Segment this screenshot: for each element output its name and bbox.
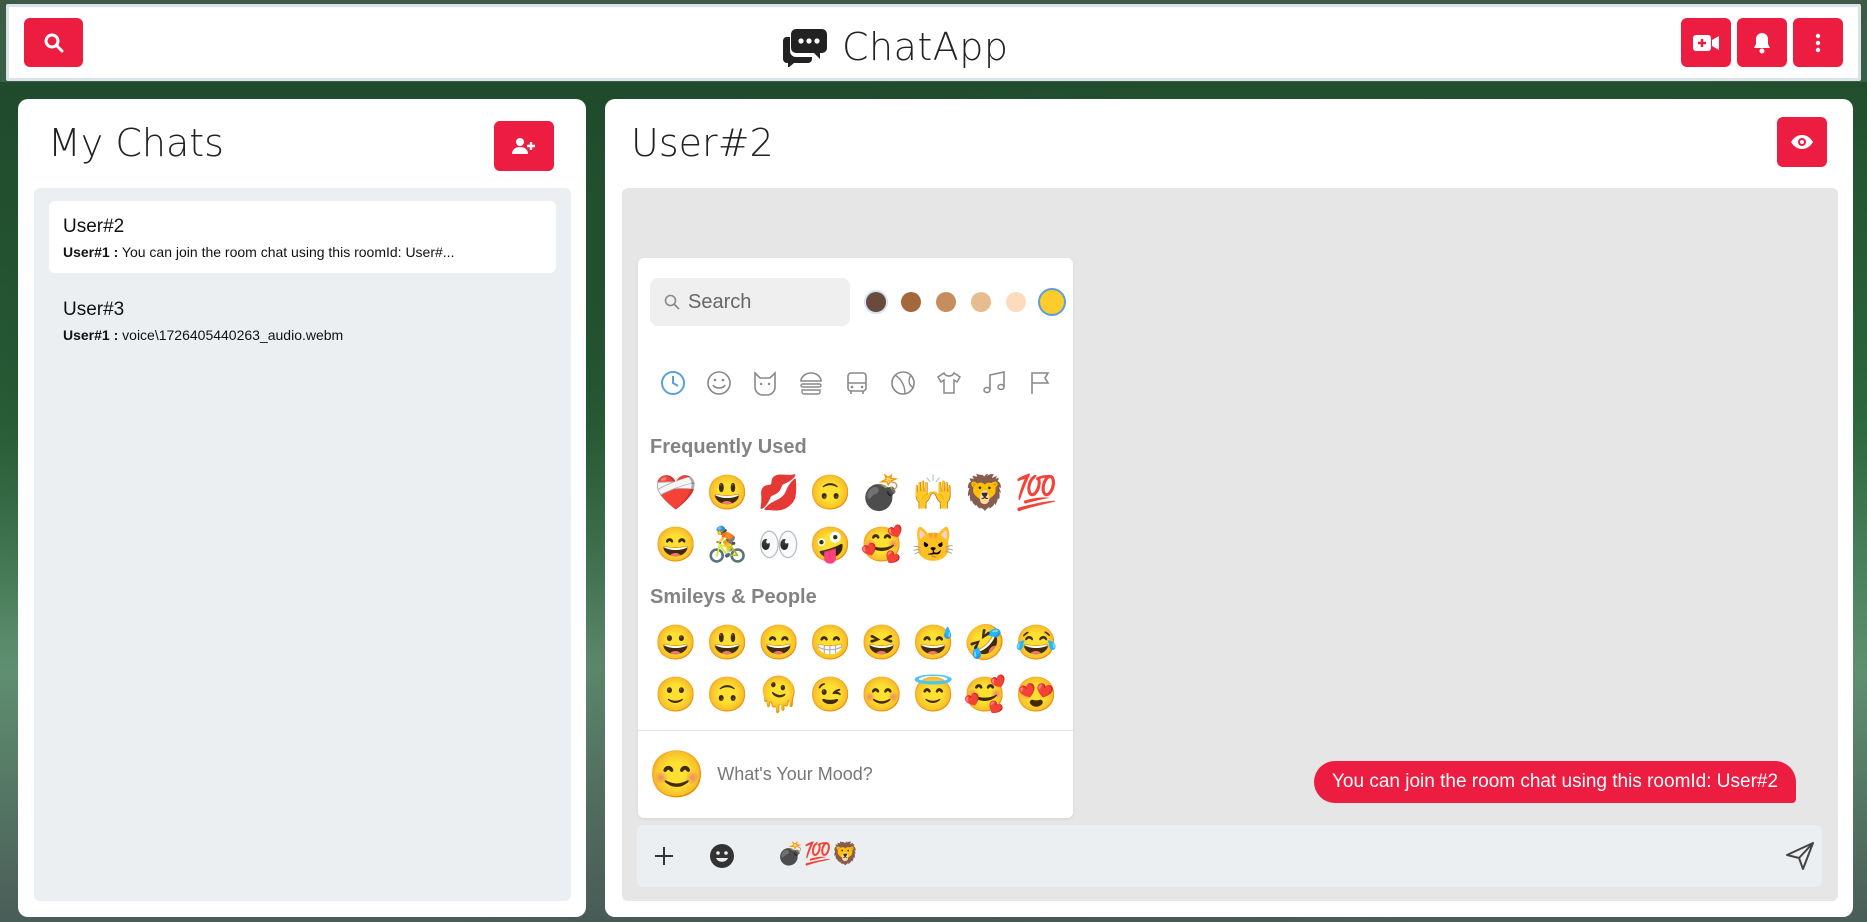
burger-icon[interactable] — [794, 366, 828, 400]
emoji-item[interactable]: 😀 — [650, 620, 702, 666]
emoji-item[interactable]: 🦁 — [959, 470, 1011, 516]
my-chats-title: My Chats — [48, 121, 224, 165]
emoji-search-placeholder: Search — [688, 290, 752, 313]
skin-tone-4[interactable] — [971, 292, 991, 312]
emoji-item[interactable]: 😅 — [908, 620, 960, 666]
send-icon — [1786, 842, 1814, 870]
emoji-picker: Search Frequentl — [638, 258, 1073, 818]
message-bubble: You can join the room chat using this ro… — [1314, 761, 1797, 803]
view-profile-button[interactable] — [1777, 117, 1827, 167]
vertical-dots-icon — [1815, 33, 1821, 52]
emoji-item[interactable]: 😊 — [856, 672, 908, 718]
emoji-preview: 😊 What's Your Mood? — [638, 730, 1073, 818]
chat-name: User#2 — [63, 216, 125, 237]
emoji-item[interactable]: 😉 — [805, 672, 857, 718]
emoji-item[interactable]: 😆 — [856, 620, 908, 666]
shirt-icon[interactable] — [932, 366, 966, 400]
emoji-item[interactable]: 🙂 — [650, 672, 702, 718]
preview-text: What's Your Mood? — [717, 764, 873, 784]
emoji-item[interactable]: 😃 — [702, 620, 754, 666]
frequently-used-title: Frequently Used — [650, 436, 807, 458]
video-plus-icon — [1693, 34, 1719, 51]
emoji-item[interactable]: 🤪 — [805, 522, 857, 568]
bell-icon — [1754, 32, 1770, 53]
emoji-item[interactable]: 😇 — [908, 672, 960, 718]
emoji-item[interactable]: 🥰 — [856, 522, 908, 568]
emoji-item[interactable]: 🥰 — [959, 672, 1011, 718]
chat-last-message: User#1 : voice\1726405440263_audio.webm — [63, 327, 344, 343]
emoji-item[interactable]: 🙃 — [805, 470, 857, 516]
conversation-title: User#2 — [631, 121, 774, 165]
emoji-item[interactable]: 😃 — [702, 470, 754, 516]
emoji-item[interactable]: 🚴 — [702, 522, 754, 568]
skin-tone-1[interactable] — [866, 292, 886, 312]
chat-name: User#3 — [63, 299, 125, 320]
chat-bubbles-icon — [782, 29, 827, 67]
emoji-item[interactable]: 👀 — [753, 522, 805, 568]
add-user-icon — [512, 138, 535, 154]
emoji-search-input[interactable]: Search — [650, 278, 850, 326]
send-button[interactable] — [1783, 839, 1817, 873]
emoji-item[interactable]: 💯 — [1011, 470, 1063, 516]
search-icon — [44, 33, 63, 52]
eye-icon — [1791, 135, 1813, 149]
video-call-button[interactable] — [1681, 18, 1731, 67]
skin-tone-5[interactable] — [1006, 292, 1026, 312]
cat-icon[interactable] — [748, 366, 782, 400]
ball-icon[interactable] — [886, 366, 920, 400]
chat-list: User#2 User#1 : You can join the room ch… — [34, 188, 571, 901]
plus-icon — [655, 847, 673, 865]
app-title: ChatApp — [842, 25, 1009, 69]
emoji-item[interactable]: 😼 — [908, 522, 960, 568]
bus-icon[interactable] — [840, 366, 874, 400]
emoji-item[interactable]: 💣 — [856, 470, 908, 516]
flag-icon[interactable] — [1024, 366, 1058, 400]
chat-item-user3[interactable]: User#3 User#1 : voice\1726405440263_audi… — [49, 284, 556, 356]
chat-last-message: User#1 : You can join the room chat usin… — [63, 244, 455, 260]
preview-emoji: 😊 — [648, 748, 706, 800]
skin-tone-3[interactable] — [936, 292, 956, 312]
emoji-item[interactable]: 🙃 — [702, 672, 754, 718]
emoji-item[interactable]: 🙌 — [908, 470, 960, 516]
emoji-item[interactable]: ❤️‍🩹 — [650, 470, 702, 516]
top-header: ChatApp — [6, 4, 1861, 81]
smiley-icon[interactable] — [702, 366, 736, 400]
music-icon[interactable] — [978, 366, 1012, 400]
notifications-button[interactable] — [1737, 18, 1787, 67]
skin-tone-2[interactable] — [901, 292, 921, 312]
recent-icon[interactable] — [656, 366, 690, 400]
emoji-category-bar — [656, 366, 1058, 400]
emoji-item[interactable]: 🫠 — [753, 672, 805, 718]
emoji-item[interactable]: 😂 — [1011, 620, 1063, 666]
emoji-item[interactable]: 💋 — [753, 470, 805, 516]
frequently-used-grid: ❤️‍🩹 😃 💋 🙃 💣 🙌 🦁 💯 😄 🚴 👀 🤪 🥰 😼 — [650, 470, 1062, 568]
emoji-item[interactable]: 😄 — [650, 522, 702, 568]
more-options-button[interactable] — [1793, 18, 1843, 67]
search-icon — [664, 294, 680, 310]
emoji-item[interactable]: 😁 — [805, 620, 857, 666]
chat-item-user2[interactable]: User#2 User#1 : You can join the room ch… — [49, 201, 556, 273]
search-button[interactable] — [24, 18, 83, 67]
emoji-item[interactable]: 🤣 — [959, 620, 1011, 666]
skin-tone-default[interactable] — [1038, 288, 1066, 316]
smileys-title: Smileys & People — [650, 586, 817, 608]
add-user-button[interactable] — [494, 121, 554, 171]
app-logo: ChatApp — [782, 25, 1009, 69]
attach-button[interactable] — [649, 841, 679, 871]
message-input[interactable]: 💣💯🦁 — [777, 841, 859, 867]
emoji-button[interactable] — [707, 841, 737, 871]
emoji-item[interactable]: 😄 — [753, 620, 805, 666]
smileys-grid: 😀 😃 😄 😁 😆 😅 🤣 😂 🙂 🙃 🫠 😉 😊 😇 🥰 😍 — [650, 620, 1062, 718]
smiley-icon — [710, 844, 734, 868]
emoji-item[interactable]: 😍 — [1011, 672, 1063, 718]
message-input-bar: 💣💯🦁 — [637, 825, 1822, 887]
